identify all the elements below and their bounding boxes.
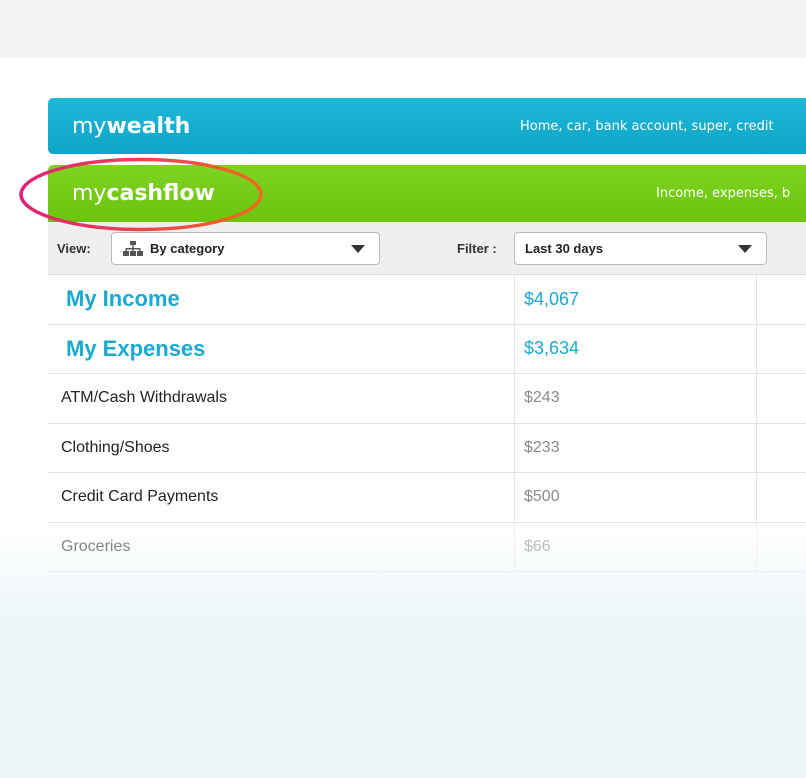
row-extra-cell <box>757 424 806 473</box>
highlight-ellipse-annotation <box>19 157 263 232</box>
table-row-income[interactable]: My Income $4,067 <box>48 275 806 325</box>
view-label: View: <box>57 241 91 256</box>
table-row[interactable]: Clothing/Shoes $233 <box>48 423 806 473</box>
row-amount: $66 <box>515 522 757 571</box>
row-label: ATM/Cash Withdrawals <box>48 374 515 423</box>
table-row[interactable]: Groceries $66 <box>48 522 806 572</box>
mycashflow-tagline: Income, expenses, b <box>656 186 791 201</box>
row-extra-cell <box>757 473 806 522</box>
filter-label: Filter : <box>457 241 497 256</box>
row-amount: $500 <box>515 473 757 522</box>
row-amount: $243 <box>515 374 757 423</box>
mywealth-tagline: Home, car, bank account, super, credit <box>520 118 774 134</box>
row-amount-faded <box>515 572 757 601</box>
mywealth-logo: mywealth <box>72 114 190 139</box>
row-amount: $3,634 <box>515 324 757 373</box>
row-extra-cell <box>757 374 806 423</box>
chevron-down-icon <box>351 245 365 253</box>
filter-select[interactable]: Last 30 days <box>514 232 767 265</box>
table-row[interactable]: Credit Card Payments $500 <box>48 473 806 523</box>
view-select-value: By category <box>150 241 225 256</box>
row-label: Clothing/Shoes <box>48 423 515 472</box>
filter-select-value: Last 30 days <box>525 241 604 256</box>
mywealth-bar[interactable]: mywealth Home, car, bank account, super,… <box>48 98 806 154</box>
row-label: My Income <box>48 275 515 324</box>
table-row-faded <box>48 572 806 602</box>
table-row[interactable]: ATM/Cash Withdrawals $243 <box>48 374 806 424</box>
table-row-expenses[interactable]: My Expenses $3,634 <box>48 324 806 374</box>
row-label: My Expenses <box>48 324 515 373</box>
cashflow-table: My Income $4,067 My Expenses $3,634 ATM/… <box>48 275 806 602</box>
row-extra-cell <box>757 325 806 374</box>
hierarchy-icon <box>123 241 143 257</box>
row-extra-cell <box>757 523 806 572</box>
chevron-down-icon <box>738 245 752 253</box>
browser-top-strip <box>0 0 806 58</box>
mywealth-logo-name: wealth <box>106 113 191 139</box>
row-label: Groceries <box>48 522 515 571</box>
row-amount: $4,067 <box>515 275 757 324</box>
view-select[interactable]: By category <box>111 232 380 265</box>
row-label: Credit Card Payments <box>48 473 515 522</box>
row-amount: $233 <box>515 423 757 472</box>
row-label-faded <box>48 572 515 601</box>
mywealth-logo-prefix: my <box>72 113 107 139</box>
row-extra-cell <box>757 275 806 324</box>
